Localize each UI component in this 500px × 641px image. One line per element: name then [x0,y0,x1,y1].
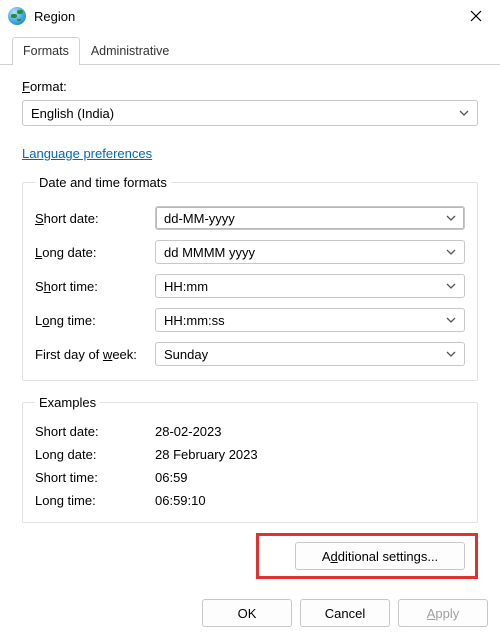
short-date-combo[interactable]: dd-MM-yyyy [155,206,465,230]
format-combo[interactable]: English (India) [22,100,478,126]
first-day-value: Sunday [164,347,446,362]
short-time-combo[interactable]: HH:mm [155,274,465,298]
short-date-value: dd-MM-yyyy [164,211,446,226]
short-time-label: Short time: [35,279,155,294]
tab-strip: Formats Administrative [0,36,500,65]
ok-button[interactable]: OK [202,599,292,627]
chevron-down-icon [446,315,456,325]
chevron-down-icon [446,213,456,223]
first-day-label: First day of week: [35,347,155,362]
chevron-down-icon [446,349,456,359]
cancel-button[interactable]: Cancel [300,599,390,627]
long-date-label: Long date: [35,245,155,260]
long-time-value: HH:mm:ss [164,313,446,328]
chevron-down-icon [446,247,456,257]
example-long-date-label: Long date: [35,447,155,462]
tab-administrative[interactable]: Administrative [80,37,181,65]
window-title: Region [34,9,75,24]
examples-group: Examples Short date: 28-02-2023 Long dat… [22,395,478,523]
region-globe-icon [8,7,26,25]
short-date-label: Short date: [35,211,155,226]
example-long-time-label: Long time: [35,493,155,508]
format-combo-value: English (India) [31,106,459,121]
apply-button[interactable]: Apply [398,599,488,627]
date-time-formats-legend: Date and time formats [35,175,171,190]
tab-formats[interactable]: Formats [12,37,80,65]
chevron-down-icon [446,281,456,291]
example-short-date-label: Short date: [35,424,155,439]
examples-legend: Examples [35,395,100,410]
long-time-label: Long time: [35,313,155,328]
close-button[interactable] [460,1,492,31]
long-date-combo[interactable]: dd MMMM yyyy [155,240,465,264]
example-long-time-value: 06:59:10 [155,493,206,508]
first-day-combo[interactable]: Sunday [155,342,465,366]
long-date-value: dd MMMM yyyy [164,245,446,260]
example-short-date-value: 28-02-2023 [155,424,222,439]
chevron-down-icon [459,108,469,118]
close-icon [470,10,482,22]
example-short-time-label: Short time: [35,470,155,485]
formats-panel: Format: English (India) Language prefere… [0,65,500,589]
short-time-value: HH:mm [164,279,446,294]
additional-settings-button[interactable]: Additional settings... [295,542,465,570]
format-label: Format: [22,79,478,94]
dialog-buttons: OK Cancel Apply [0,589,500,639]
long-time-combo[interactable]: HH:mm:ss [155,308,465,332]
titlebar: Region [0,0,500,32]
date-time-formats-group: Date and time formats Short date: dd-MM-… [22,175,478,381]
language-preferences-link[interactable]: Language preferences [22,146,152,161]
example-short-time-value: 06:59 [155,470,188,485]
example-long-date-value: 28 February 2023 [155,447,258,462]
highlight-annotation: Additional settings... [256,533,478,579]
